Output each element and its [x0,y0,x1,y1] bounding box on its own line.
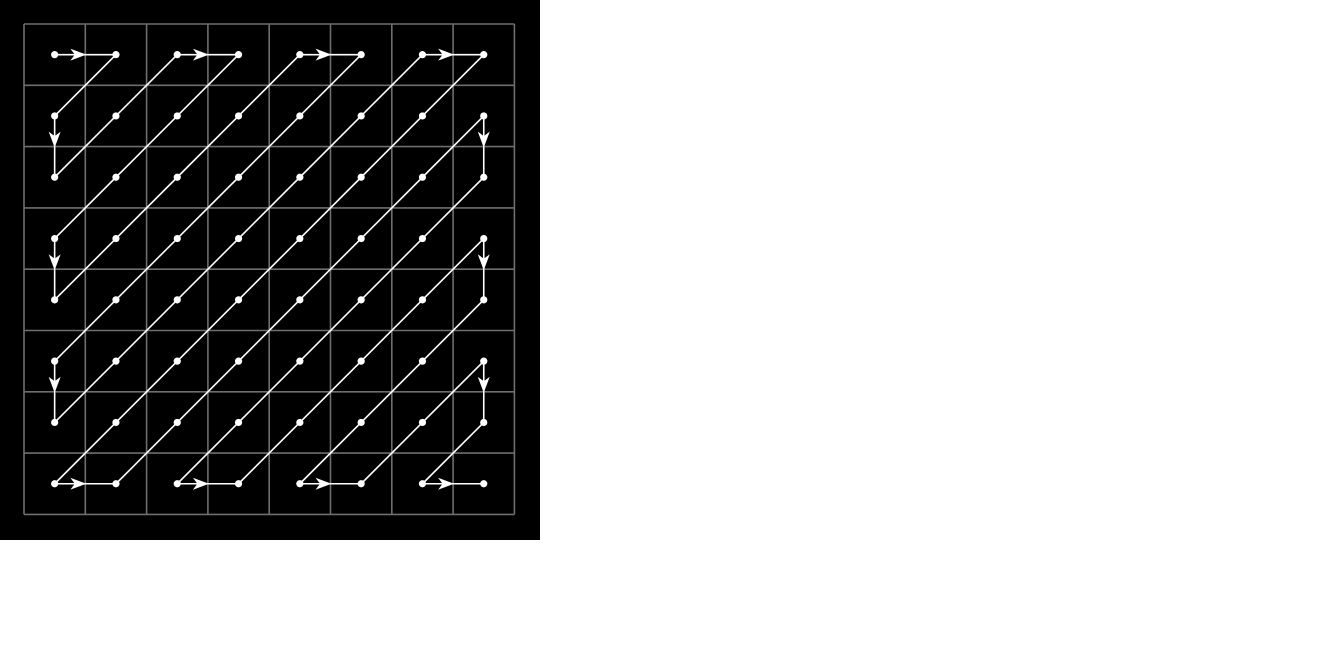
grid-point [112,296,120,304]
grid-point [234,296,243,304]
grid-point [418,480,427,488]
grid-point [51,357,59,365]
grid-point [357,296,365,304]
grid-point [112,480,120,488]
grid-point [418,296,427,304]
grid-point [173,296,181,304]
grid-point [296,418,304,427]
grid-point [51,296,59,304]
grid-point [480,234,488,243]
grid-point [418,112,427,120]
grid-point [357,112,365,120]
grid-point [418,418,427,427]
grid-point [296,173,304,181]
grid-point [418,234,427,243]
grid-point [357,173,365,181]
grid-point [296,357,304,365]
grid-point [296,296,304,304]
grid-point [234,357,243,365]
grid-point [173,234,181,243]
grid-point [234,480,243,488]
grid-point [173,173,181,181]
grid-point [234,112,243,120]
grid-point [51,112,59,120]
grid-point [173,357,181,365]
grid-point [480,418,488,427]
grid-point [234,173,243,181]
zigzag-diagram [0,0,540,540]
grid-point [480,112,488,120]
grid-point [418,357,427,365]
grid-point [357,234,365,243]
grid-point [112,173,120,181]
grid-point [173,480,181,488]
grid-point [480,357,488,365]
grid-point [112,112,120,120]
grid-point [234,418,243,427]
grid-point [296,234,304,243]
grid-point [112,357,120,365]
grid-point [357,357,365,365]
grid-point [112,234,120,243]
grid-point [234,51,243,59]
grid-point [51,480,59,488]
grid-point [296,480,304,488]
grid-point [173,418,181,427]
grid-point [296,51,304,59]
grid-point [418,173,427,181]
grid-point [173,51,181,59]
grid-point [234,234,243,243]
grid-point [480,51,488,59]
grid-point [480,480,488,488]
grid-point [51,418,59,427]
grid-point [51,173,59,181]
grid-point [357,480,365,488]
grid-point [51,51,59,59]
grid-point [480,173,488,181]
grid-point [480,296,488,304]
grid-point [173,112,181,120]
grid-point [418,51,427,59]
grid-point [357,418,365,427]
zigzag-svg [0,0,540,540]
grid-point [112,51,120,59]
grid-point [296,112,304,120]
grid-point [51,234,59,243]
grid-point [357,51,365,59]
grid-point [112,418,120,427]
